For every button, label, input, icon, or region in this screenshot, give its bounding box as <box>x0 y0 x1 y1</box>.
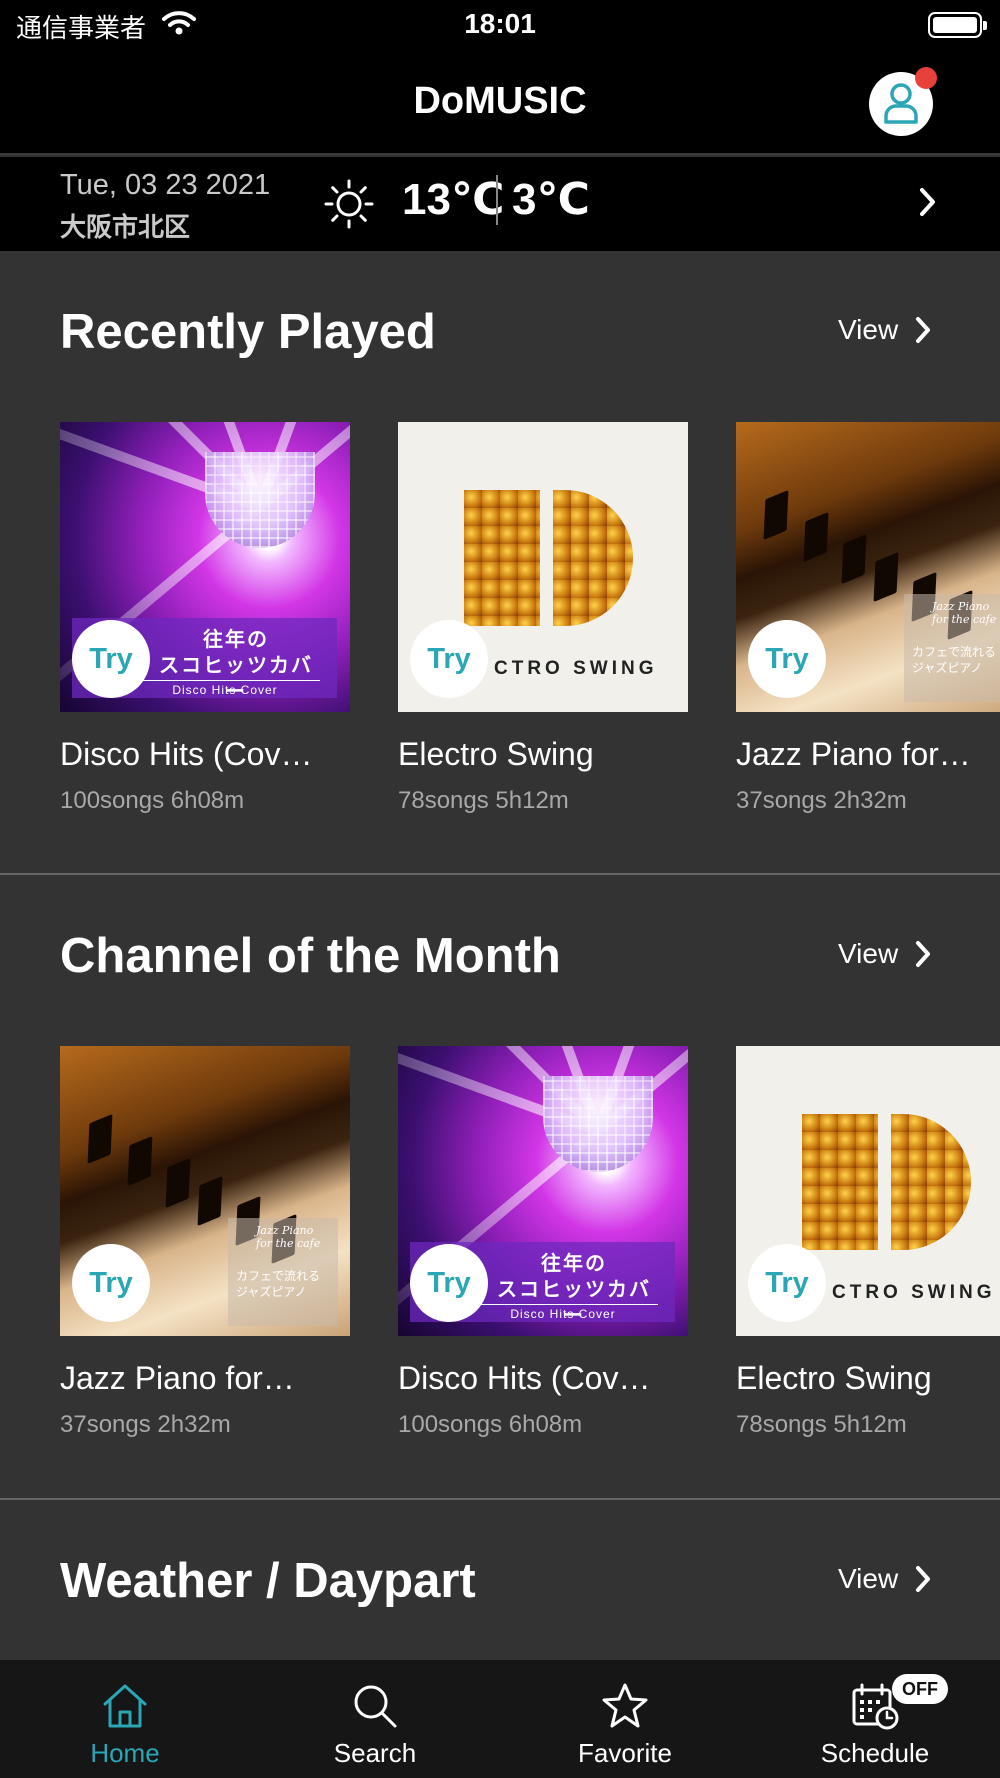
try-button[interactable]: Try <box>748 1244 826 1322</box>
album-card[interactable]: CTRO SWING Try Electro Swing 78songs 5h1… <box>736 1046 1000 1439</box>
view-button[interactable]: View <box>838 1563 932 1595</box>
section-weather-daypart: Weather / Daypart View <box>0 1500 1000 1660</box>
art-shape <box>802 1114 878 1250</box>
album-meta: 78songs 5h12m <box>398 787 569 814</box>
tab-home[interactable]: Home <box>0 1660 250 1778</box>
chevron-right-icon <box>916 941 931 967</box>
notification-dot <box>915 67 937 89</box>
art-text-en: Jazz Piano for the cafe <box>932 600 997 626</box>
album-meta: 78songs 5h12m <box>736 1411 907 1438</box>
piano-key <box>763 489 789 541</box>
search-icon <box>354 1685 397 1728</box>
try-button[interactable]: Try <box>410 620 488 698</box>
art-text-jp: カフェで流れる ジャズピアノ <box>236 1269 321 1299</box>
try-button[interactable]: Try <box>72 1244 150 1322</box>
section-title: Recently Played <box>60 305 436 359</box>
temp-low: 3℃ <box>512 175 590 224</box>
album-title: Electro Swing <box>736 1360 932 1396</box>
album-meta: 37songs 2h32m <box>736 787 907 814</box>
album-title: Jazz Piano for… <box>60 1360 295 1396</box>
section-channel-of-the-month: Channel of the Month View Jazz Piano for… <box>0 875 1000 1500</box>
tab-label: Schedule <box>820 1738 930 1768</box>
album-card[interactable]: 往年の スコヒッツカバー Disco Hits Cover Try Disco … <box>60 422 350 815</box>
piano-key <box>873 551 899 603</box>
piano-key <box>803 511 829 563</box>
piano-key <box>841 533 867 585</box>
weather-strip[interactable]: Tue, 03 23 2021 大阪市北区 13℃ 3℃ <box>0 157 1000 251</box>
album-art-swing: CTRO SWING Try <box>736 1046 1000 1336</box>
tab-schedule[interactable]: OFF Schedule <box>750 1660 1000 1778</box>
tab-label: Home <box>90 1738 160 1768</box>
art-text-en: Jazz Piano for the cafe <box>256 1224 321 1250</box>
view-button[interactable]: View <box>838 938 932 970</box>
album-title: Disco Hits (Cov… <box>398 1360 651 1396</box>
chevron-right-icon <box>920 188 935 216</box>
album-meta: 100songs 6h08m <box>398 1411 583 1438</box>
art-text: CTRO SWING <box>494 658 658 679</box>
album-title: Disco Hits (Cov… <box>60 736 313 772</box>
battery-icon <box>928 12 987 38</box>
tab-search[interactable]: Search <box>250 1660 500 1778</box>
album-meta: 100songs 6h08m <box>60 787 245 814</box>
try-button[interactable]: Try <box>410 1244 488 1322</box>
schedule-status-badge: OFF <box>892 1674 948 1704</box>
art-text-jp: カフェで流れる ジャズピアノ <box>912 645 997 675</box>
art-text-en: Disco Hits Cover <box>468 1304 658 1321</box>
piano-key <box>127 1135 153 1187</box>
album-card[interactable]: Jazz Piano for the cafe カフェで流れる ジャズピアノ T… <box>736 422 1000 815</box>
album-card[interactable]: Jazz Piano for the cafe カフェで流れる ジャズピアノ T… <box>60 1046 350 1439</box>
try-button[interactable]: Try <box>72 620 150 698</box>
album-art-swing: CTRO SWING Try <box>398 422 688 712</box>
album-art-piano: Jazz Piano for the cafe カフェで流れる ジャズピアノ T… <box>736 422 1000 712</box>
album-art-piano: Jazz Piano for the cafe カフェで流れる ジャズピアノ T… <box>60 1046 350 1336</box>
art-shape <box>553 490 633 626</box>
art-text: CTRO SWING <box>832 1282 996 1303</box>
art-shape <box>891 1114 971 1250</box>
album-meta: 37songs 2h32m <box>60 1411 231 1438</box>
piano-key <box>87 1113 113 1165</box>
home-icon <box>103 1684 147 1728</box>
tab-label: Search <box>333 1738 417 1768</box>
app-title: DoMUSIC <box>413 80 587 122</box>
album-title: Electro Swing <box>398 736 594 772</box>
user-icon <box>884 83 918 124</box>
view-label: View <box>838 938 899 969</box>
weather-date: Tue, 03 23 2021 <box>60 169 271 201</box>
piano-key <box>165 1157 191 1209</box>
album-art-disco: 往年の スコヒッツカバー Disco Hits Cover Try <box>60 422 350 712</box>
chevron-right-icon <box>916 1566 931 1592</box>
album-card[interactable]: 往年の スコヒッツカバー Disco Hits Cover Try Disco … <box>398 1046 688 1439</box>
tab-bar: Home Search Favorite OFF Schedule <box>0 1660 1000 1778</box>
clock: 18:01 <box>464 8 536 39</box>
sun-icon <box>324 179 374 229</box>
view-label: View <box>838 314 899 345</box>
view-button[interactable]: View <box>838 314 932 346</box>
nav-bar: DoMUSIC <box>0 50 1000 155</box>
view-label: View <box>838 1563 899 1594</box>
status-bar: 通信事業者 18:01 <box>0 0 1000 50</box>
album-art-disco: 往年の スコヒッツカバー Disco Hits Cover Try <box>398 1046 688 1336</box>
temp-divider <box>496 175 498 225</box>
chevron-right-icon <box>916 317 931 343</box>
star-icon <box>602 1683 648 1728</box>
tab-label: Favorite <box>578 1738 672 1768</box>
album-title: Jazz Piano for… <box>736 736 971 772</box>
section-recently-played: Recently Played View 往年の スコヒッツカバー Disco … <box>0 251 1000 876</box>
piano-key <box>197 1175 223 1227</box>
art-text-en: Disco Hits Cover <box>130 680 320 697</box>
tab-favorite[interactable]: Favorite <box>500 1660 750 1778</box>
section-title: Channel of the Month <box>60 929 561 983</box>
album-card[interactable]: CTRO SWING Try Electro Swing 78songs 5h1… <box>398 422 688 815</box>
temp-high: 13℃ <box>402 175 505 224</box>
weather-location: 大阪市北区 <box>60 213 191 243</box>
section-title: Weather / Daypart <box>60 1554 476 1608</box>
try-button[interactable]: Try <box>748 620 826 698</box>
art-shape <box>464 490 540 626</box>
